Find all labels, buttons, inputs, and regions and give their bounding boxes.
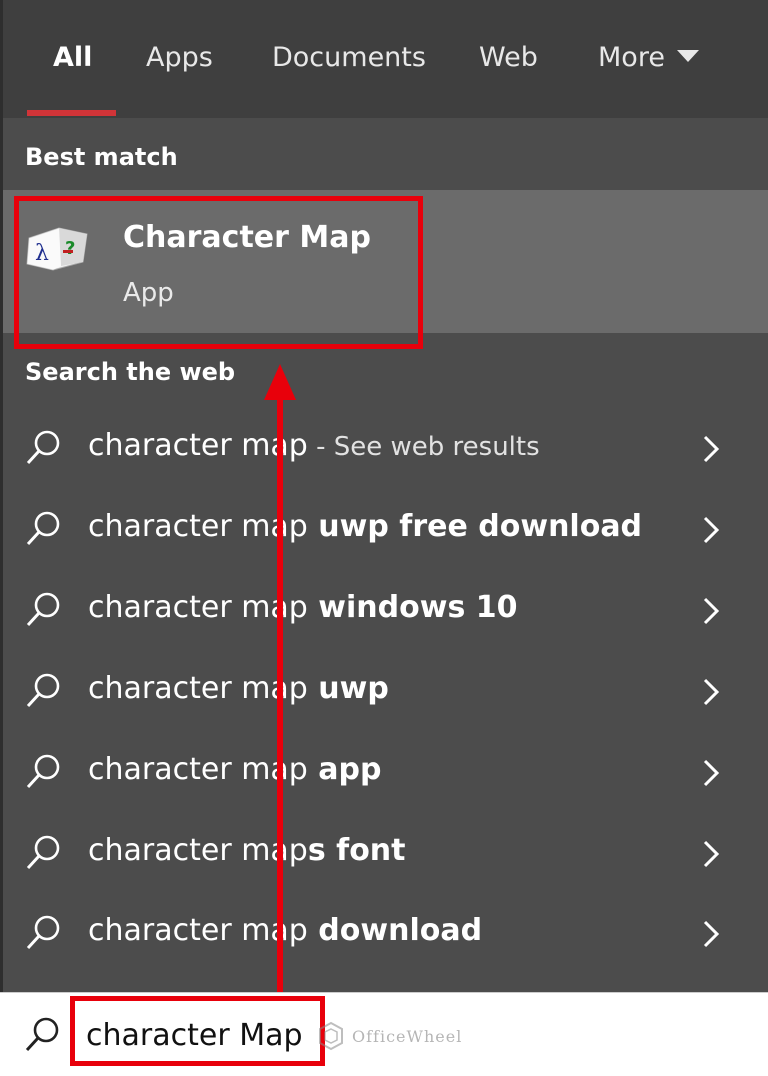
web-result-text: character map uwp	[88, 671, 389, 706]
web-result-query: character map	[88, 913, 308, 948]
search-icon	[26, 835, 60, 870]
search-icon	[26, 511, 60, 546]
web-result-suffix: download	[307, 913, 483, 948]
search-icon	[26, 430, 60, 465]
search-icon	[25, 1017, 59, 1052]
best-match-item[interactable]: λ ? Character Map App	[3, 190, 768, 333]
tab-more-label: More	[598, 42, 665, 73]
web-result-item[interactable]: character maps font	[3, 813, 768, 893]
web-result-suffix: uwp free download	[307, 509, 643, 544]
best-match-app-name: Character Map	[123, 220, 371, 255]
web-result-item[interactable]: character map windows 10	[3, 570, 768, 650]
chevron-right-icon	[703, 435, 720, 463]
tab-web[interactable]: Web	[479, 42, 538, 73]
web-result-text: character maps font	[88, 833, 406, 868]
web-result-item[interactable]: character map app	[3, 732, 768, 812]
tab-documents[interactable]: Documents	[272, 42, 426, 73]
web-result-query: character map	[88, 671, 308, 706]
chevron-right-icon	[703, 597, 720, 625]
search-icon	[26, 754, 60, 789]
watermark-text: OfficeWheel	[352, 1026, 463, 1046]
chevron-right-icon	[703, 840, 720, 868]
web-result-text: character map app	[88, 752, 381, 787]
web-result-item[interactable]: character map - See web results	[3, 408, 768, 488]
web-result-query: character map	[88, 428, 308, 463]
web-result-suffix: windows 10	[307, 590, 518, 625]
web-result-query: character map	[88, 590, 308, 625]
caret-down-icon	[676, 49, 699, 62]
web-result-text: character map - See web results	[88, 428, 540, 463]
web-result-query: character map	[88, 509, 308, 544]
search-icon	[26, 915, 60, 950]
best-match-app-type: App	[123, 278, 174, 308]
svg-text:?: ?	[65, 238, 75, 259]
web-result-suffix: app	[307, 752, 382, 787]
web-result-suffix: - See web results	[307, 432, 540, 462]
active-tab-indicator	[27, 110, 116, 116]
tab-all[interactable]: All	[53, 42, 92, 73]
search-icon	[26, 673, 60, 708]
web-result-text: character map windows 10	[88, 590, 518, 625]
web-result-query: character map	[88, 833, 308, 868]
chevron-right-icon	[703, 920, 720, 948]
character-map-app-icon: λ ?	[26, 227, 88, 271]
tab-bar: All Apps Documents Web More	[3, 0, 768, 118]
web-result-item[interactable]: character map uwp free download	[3, 489, 768, 569]
web-result-suffix: s font	[307, 833, 406, 868]
watermark-logo	[319, 1021, 343, 1051]
search-results-panel: All Apps Documents Web More Best match λ…	[0, 0, 768, 992]
chevron-right-icon	[703, 516, 720, 544]
search-web-heading: Search the web	[25, 358, 236, 386]
tab-more[interactable]: More	[598, 42, 699, 73]
best-match-heading: Best match	[25, 143, 178, 171]
search-icon	[26, 592, 60, 627]
web-result-query: character map	[88, 752, 308, 787]
web-result-text: character map download	[88, 913, 482, 948]
web-result-item[interactable]: character map download	[3, 893, 768, 973]
web-result-text: character map uwp free download	[88, 509, 642, 544]
web-result-item[interactable]: character map uwp	[3, 651, 768, 731]
web-result-suffix: uwp	[307, 671, 389, 706]
svg-text:λ: λ	[35, 241, 49, 266]
watermark: OfficeWheel	[316, 1018, 462, 1054]
search-input[interactable]	[80, 1013, 326, 1057]
chevron-right-icon	[703, 678, 720, 706]
chevron-right-icon	[703, 759, 720, 787]
tab-apps[interactable]: Apps	[146, 42, 213, 73]
